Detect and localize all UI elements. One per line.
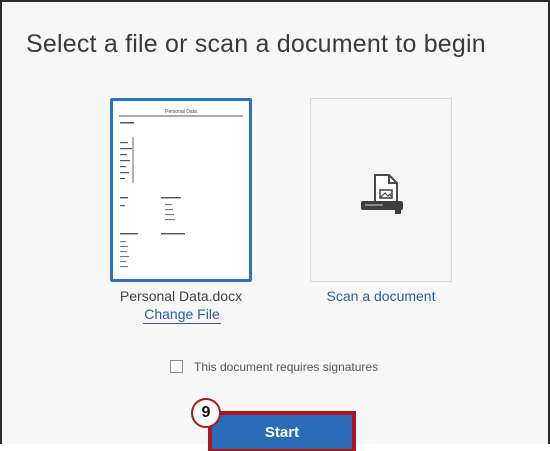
step-callout-badge: 9 [191,398,221,428]
file-selection-dialog: Select a file or scan a document to begi… [0,0,550,451]
dialog-title: Select a file or scan a document to begi… [26,30,486,58]
change-file-link[interactable]: Change File [143,306,221,324]
requires-signatures-label: This document requires signatures [194,360,379,374]
requires-signatures-checkbox[interactable] [170,360,183,373]
scanner-icon [361,174,403,214]
selected-file-name: Personal Data.docx [119,288,243,304]
scan-document-link[interactable]: Scan a document [302,288,460,304]
preview-heading: Personal Data [165,109,197,115]
document-preview-thumbnail: Personal Data [117,105,245,275]
scan-document-card[interactable] [310,98,452,282]
selected-file-card[interactable]: Personal Data [110,98,252,282]
